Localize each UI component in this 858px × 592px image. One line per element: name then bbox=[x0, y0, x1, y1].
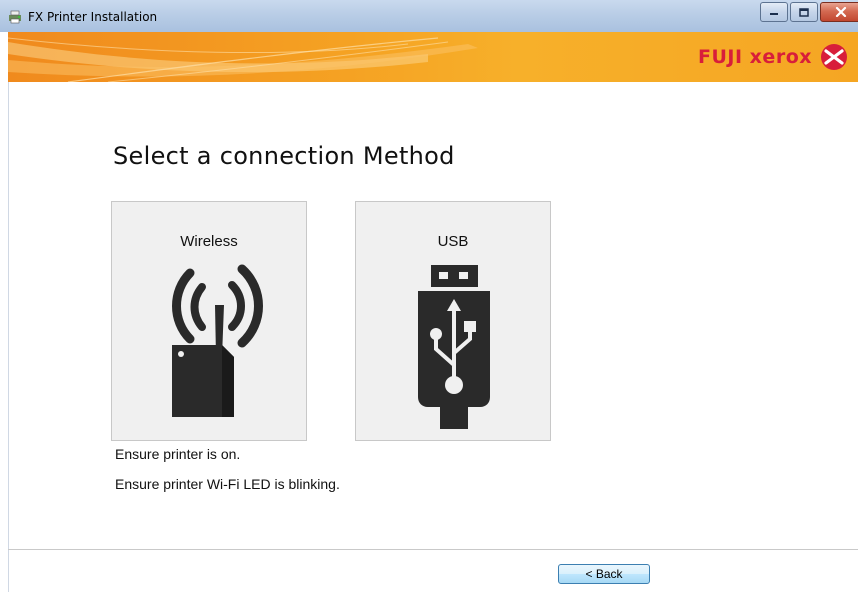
minimize-button[interactable] bbox=[760, 2, 788, 22]
printer-setup-icon bbox=[9, 10, 21, 24]
close-button[interactable] bbox=[820, 2, 858, 22]
fuji-xerox-logo-icon bbox=[821, 44, 847, 70]
wireless-router-icon bbox=[172, 264, 263, 417]
usb-drive-icon bbox=[418, 265, 490, 429]
power-instruction-text: Ensure printer is on. bbox=[115, 446, 241, 462]
page-title: Select a connection Method bbox=[113, 142, 455, 170]
back-button[interactable]: < Back bbox=[558, 564, 650, 584]
brand-logo-text: FUJI xerox bbox=[698, 46, 812, 68]
brand-banner: FUJI xerox bbox=[8, 32, 858, 82]
title-bar[interactable]: FX Printer Installation bbox=[0, 0, 858, 33]
maximize-icon bbox=[799, 7, 809, 17]
wireless-option-button[interactable]: Wireless bbox=[111, 201, 307, 441]
maximize-button[interactable] bbox=[790, 2, 818, 22]
usb-option-label: USB bbox=[437, 233, 469, 250]
installer-window: FX Printer Installation FUJI xerox Selec… bbox=[0, 0, 858, 592]
usb-option-button[interactable]: USB bbox=[355, 201, 551, 441]
window-title: FX Printer Installation bbox=[28, 10, 158, 24]
footer-divider bbox=[8, 549, 858, 550]
wireless-option-label: Wireless bbox=[180, 233, 238, 250]
wifi-led-instruction-text: Ensure printer Wi-Fi LED is blinking. bbox=[115, 476, 340, 492]
window-left-border bbox=[0, 32, 9, 592]
close-icon bbox=[835, 7, 847, 17]
minimize-icon bbox=[770, 13, 778, 15]
